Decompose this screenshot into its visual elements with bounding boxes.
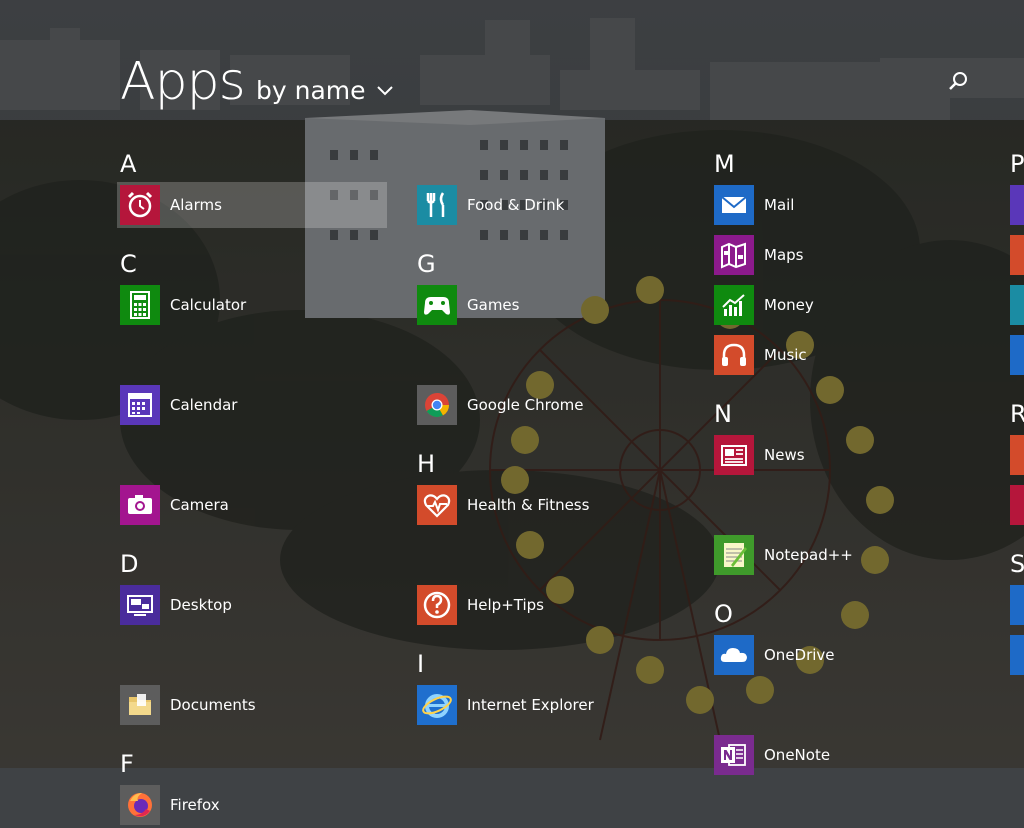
app-tile-news[interactable]: News — [711, 432, 981, 478]
app-label: OneDrive — [764, 646, 835, 664]
app-tile-money[interactable]: Money — [711, 282, 981, 328]
app-tile-maps[interactable]: Maps — [711, 232, 981, 278]
calculator-icon — [120, 285, 160, 325]
app-label: Games — [467, 296, 520, 314]
app-label: Internet Explorer — [467, 696, 594, 714]
app-label: Calendar — [170, 396, 238, 414]
money-chart-icon — [714, 285, 754, 325]
letter-heading-c[interactable]: C — [120, 250, 137, 278]
app-tile-offscreen[interactable] — [1010, 285, 1024, 325]
fork-knife-icon — [417, 185, 457, 225]
chrome-icon — [417, 385, 457, 425]
folder-icon — [120, 685, 160, 725]
map-icon — [714, 235, 754, 275]
question-icon — [417, 585, 457, 625]
app-label: Money — [764, 296, 814, 314]
desktop-icon — [120, 585, 160, 625]
sort-by-button[interactable]: by name — [256, 76, 394, 106]
internet-explorer-icon — [417, 685, 457, 725]
app-label: Maps — [764, 246, 804, 264]
app-tile-camera[interactable]: Camera — [117, 482, 387, 528]
app-label: Firefox — [170, 796, 220, 814]
letter-heading-h[interactable]: H — [417, 450, 435, 478]
letter-heading-i[interactable]: I — [417, 650, 424, 678]
app-label: Music — [764, 346, 807, 364]
chevron-down-icon — [376, 86, 393, 96]
app-label: Google Chrome — [467, 396, 584, 414]
firefox-icon — [120, 785, 160, 825]
mail-icon — [714, 185, 754, 225]
app-tile-health-fitness[interactable]: Health & Fitness — [414, 482, 684, 528]
app-label: Desktop — [170, 596, 232, 614]
app-tile-calculator[interactable]: Calculator — [117, 282, 387, 328]
app-tile-offscreen[interactable] — [1010, 485, 1024, 525]
app-tile-offscreen[interactable] — [1010, 635, 1024, 675]
app-tile-google-chrome[interactable]: Google Chrome — [414, 382, 684, 428]
search-button[interactable] — [948, 70, 970, 92]
app-label: Documents — [170, 696, 256, 714]
app-label: Camera — [170, 496, 229, 514]
app-label: News — [764, 446, 805, 464]
app-tile-food-drink[interactable]: Food & Drink — [414, 182, 684, 228]
news-icon — [714, 435, 754, 475]
page-title: Apps — [120, 52, 246, 112]
letter-heading-d[interactable]: D — [120, 550, 138, 578]
app-tile-onenote[interactable]: OneNote — [711, 732, 981, 778]
heart-pulse-icon — [417, 485, 457, 525]
app-tile-help-tips[interactable]: Help+Tips — [414, 582, 684, 628]
search-icon — [949, 72, 967, 90]
letter-heading-m[interactable]: M — [714, 150, 735, 178]
app-label: Calculator — [170, 296, 247, 314]
letter-heading-p[interactable]: P — [1010, 150, 1024, 178]
letter-heading-o[interactable]: O — [714, 600, 733, 628]
app-tile-firefox[interactable]: Firefox — [117, 782, 387, 828]
xbox-controller-icon — [417, 285, 457, 325]
app-tile-alarms[interactable]: Alarms — [117, 182, 387, 228]
app-label: Help+Tips — [467, 596, 544, 614]
app-tile-offscreen[interactable] — [1010, 435, 1024, 475]
app-tile-offscreen[interactable] — [1010, 585, 1024, 625]
letter-heading-g[interactable]: G — [417, 250, 436, 278]
app-tile-games[interactable]: Games — [414, 282, 684, 328]
letter-heading-s[interactable]: S — [1010, 550, 1024, 578]
app-label: OneNote — [764, 746, 831, 764]
letter-heading-f[interactable]: F — [120, 750, 134, 778]
alarm-clock-icon — [120, 185, 160, 225]
letter-heading-r[interactable]: R — [1010, 400, 1024, 428]
app-tile-onedrive[interactable]: OneDrive — [711, 632, 981, 678]
notepad-plus-icon — [714, 535, 754, 575]
app-tile-music[interactable]: Music — [711, 332, 981, 378]
app-tile-offscreen[interactable] — [1010, 235, 1024, 275]
letter-heading-n[interactable]: N — [714, 400, 732, 428]
sort-label: by name — [256, 76, 366, 105]
app-tile-internet-explorer[interactable]: Internet Explorer — [414, 682, 684, 728]
calendar-icon — [120, 385, 160, 425]
app-label: Food & Drink — [467, 196, 565, 214]
app-tile-calendar[interactable]: Calendar — [117, 382, 387, 428]
app-tile-offscreen[interactable] — [1010, 335, 1024, 375]
app-tile-desktop[interactable]: Desktop — [117, 582, 387, 628]
headphones-icon — [714, 335, 754, 375]
camera-icon — [120, 485, 160, 525]
app-label: Alarms — [170, 196, 222, 214]
letter-heading-a[interactable]: A — [120, 150, 136, 178]
app-tile-documents[interactable]: Documents — [117, 682, 387, 728]
app-tile-mail[interactable]: Mail — [711, 182, 981, 228]
onenote-icon — [714, 735, 754, 775]
app-label: Mail — [764, 196, 795, 214]
app-label: Notepad++ — [764, 546, 853, 564]
app-label: Health & Fitness — [467, 496, 590, 514]
app-tile-notepad[interactable]: Notepad++ — [711, 532, 981, 578]
app-tile-offscreen[interactable] — [1010, 185, 1024, 225]
cloud-icon — [714, 635, 754, 675]
